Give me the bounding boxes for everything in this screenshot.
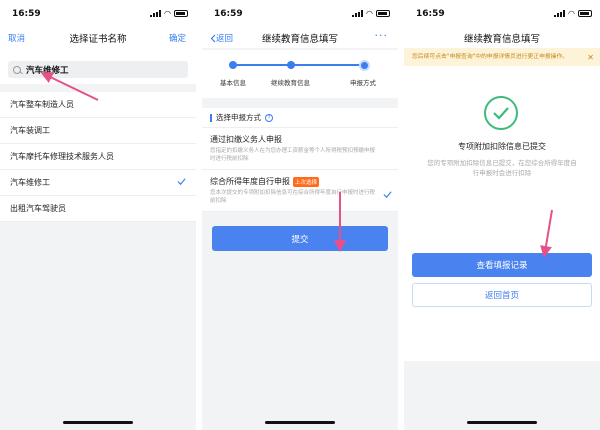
back-home-button[interactable]: 返回首页 — [412, 283, 592, 307]
option-title: 综合所得年度自行申报 — [210, 177, 290, 186]
list-item-label: 汽车维修工 — [10, 178, 50, 187]
status-icons: ◠ — [352, 9, 390, 18]
signal-icon — [150, 10, 162, 17]
status-bar: 16:59 ◠ — [0, 0, 196, 28]
view-records-label: 查看填报记录 — [476, 261, 528, 271]
action-area: 查看填报记录 返回首页 — [404, 241, 600, 361]
battery-icon — [376, 10, 390, 17]
search-icon — [13, 65, 21, 74]
success-title: 专项附加扣除信息已提交 — [458, 142, 546, 151]
status-icons: ◠ — [554, 9, 592, 18]
list-item-label: 出租汽车驾驶员 — [10, 204, 66, 213]
list-item[interactable]: 出租汽车驾驶员 — [0, 196, 196, 222]
nav-bar: 返回 继续教育信息填写 ··· — [202, 28, 398, 48]
search-box[interactable] — [8, 61, 188, 78]
status-time: 16:59 — [12, 9, 41, 19]
check-icon — [177, 178, 186, 186]
screen-submit-success: 16:59 ◠ 继续教育信息填写 您后续可点击"申报查询"中的申报详情页进行更正… — [404, 0, 600, 430]
step-dot-3-current — [359, 59, 370, 71]
status-time: 16:59 — [416, 9, 445, 19]
more-button[interactable]: ··· — [375, 29, 389, 42]
status-icons: ◠ — [150, 9, 188, 18]
battery-icon — [578, 10, 592, 17]
list-item-label: 汽车装调工 — [10, 126, 50, 135]
wifi-icon: ◠ — [164, 9, 171, 18]
list-item[interactable]: 汽车摩托车修理技术服务人员 — [0, 144, 196, 170]
section-header: 选择申报方式 ? — [202, 108, 398, 128]
signal-icon — [554, 10, 566, 17]
screen-declaration-method: 16:59 ◠ 返回 继续教育信息填写 ··· 基本信息 继续教育信息 申报方式… — [202, 0, 398, 430]
option-title: 通过扣缴义务人申报 — [210, 135, 282, 144]
section-title: 选择申报方式 — [216, 113, 261, 122]
view-records-button[interactable]: 查看填报记录 — [412, 253, 592, 277]
option-title-row: 综合所得年度自行申报 上次选择 — [210, 176, 376, 187]
success-desc: 您的专项附加扣除信息已提交，在您综合所得年度自行申报时会进行扣除 — [427, 159, 577, 177]
home-indicator — [265, 421, 335, 424]
step-label-2: 继续教育信息 — [271, 79, 310, 87]
back-label: 返回 — [216, 34, 234, 44]
search-input[interactable] — [26, 64, 166, 75]
signal-icon — [352, 10, 364, 17]
page-title: 继续教育信息填写 — [261, 34, 338, 45]
submit-button[interactable]: 提交 — [212, 226, 388, 251]
check-icon — [383, 191, 392, 199]
option-withholding-agent[interactable]: 通过扣缴义务人申报 您指定的扣缴义务人在为您办理工资薪金等个人所得税预扣预缴申报… — [202, 128, 398, 170]
battery-icon — [174, 10, 188, 17]
last-choice-badge: 上次选择 — [293, 176, 320, 187]
status-bar: 16:59 ◠ — [202, 0, 398, 28]
screen-select-certificate: 16:59 ◠ 取消 选择证书名称 确定 汽车整车制造人员 汽车装调工 汽车摩托… — [0, 0, 196, 430]
home-indicator — [467, 421, 537, 424]
option-self-declare[interactable]: 综合所得年度自行申报 上次选择 您本次提交的专项附加扣除信息可在综合所得年度自行… — [202, 170, 398, 212]
help-icon[interactable]: ? — [265, 113, 273, 122]
wifi-icon: ◠ — [568, 9, 575, 18]
result-list: 汽车整车制造人员 汽车装调工 汽车摩托车修理技术服务人员 汽车维修工 出租汽车驾… — [0, 92, 196, 222]
notice-text: 您后续可点击"申报查询"中的申报详情页进行更正申报操作。 — [412, 54, 569, 60]
list-item-label: 汽车摩托车修理技术服务人员 — [10, 152, 114, 161]
submit-label: 提交 — [291, 234, 309, 245]
list-item[interactable]: 汽车装调工 — [0, 118, 196, 144]
wifi-icon: ◠ — [366, 9, 373, 18]
back-button[interactable]: 返回 — [210, 32, 233, 44]
page-title: 继续教育信息填写 — [463, 34, 540, 45]
home-indicator — [63, 421, 133, 424]
list-item-selected[interactable]: 汽车维修工 — [0, 170, 196, 196]
close-icon[interactable]: ✕ — [587, 54, 594, 62]
status-bar: 16:59 ◠ — [404, 0, 600, 28]
nav-bar: 取消 选择证书名称 确定 — [0, 28, 196, 48]
step-label-3: 申报方式 — [350, 79, 376, 87]
step-indicator: 基本信息 继续教育信息 申报方式 — [202, 50, 398, 98]
option-desc: 您指定的扣缴义务人在为您办理工资薪金等个人所得税预扣预缴申报时进行税前扣除 — [210, 148, 376, 162]
step-line — [232, 64, 362, 66]
step-label-1: 基本信息 — [220, 79, 246, 87]
success-check-icon — [484, 96, 518, 130]
notice-banner: 您后续可点击"申报查询"中的申报详情页进行更正申报操作。 ✕ — [404, 48, 600, 66]
page-title: 选择证书名称 — [69, 34, 127, 45]
list-item[interactable]: 汽车整车制造人员 — [0, 92, 196, 118]
option-desc: 您本次提交的专项附加扣除信息可在综合所得年度自行申报时进行税前扣除 — [210, 190, 376, 204]
confirm-button[interactable]: 确定 — [169, 32, 186, 44]
back-home-label: 返回首页 — [484, 291, 519, 301]
search-area — [0, 48, 196, 84]
section-bar — [210, 113, 212, 122]
cancel-button[interactable]: 取消 — [8, 32, 25, 44]
list-item-label: 汽车整车制造人员 — [10, 100, 74, 109]
status-time: 16:59 — [214, 9, 243, 19]
nav-bar: 继续教育信息填写 — [404, 28, 600, 48]
step-dot-1 — [229, 61, 237, 69]
success-panel: 专项附加扣除信息已提交 您的专项附加扣除信息已提交，在您综合所得年度自行申报时会… — [404, 66, 600, 241]
declaration-section: 选择申报方式 ? 通过扣缴义务人申报 您指定的扣缴义务人在为您办理工资薪金等个人… — [202, 108, 398, 212]
step-dot-2 — [287, 61, 295, 69]
